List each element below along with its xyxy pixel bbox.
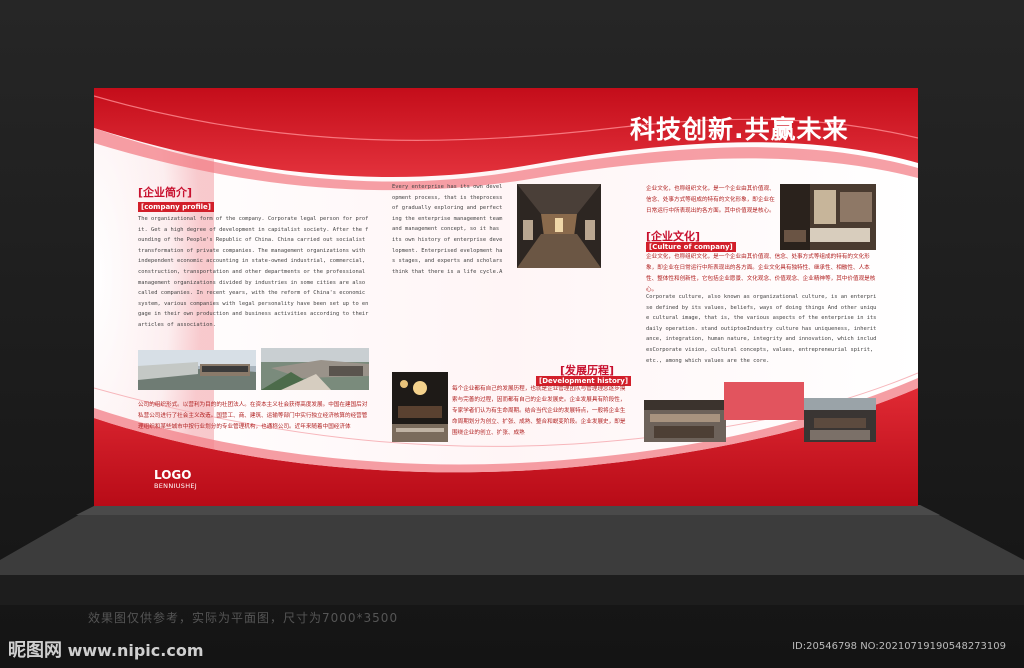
- logo-subtext: BENNIUSHEJ: [154, 482, 198, 490]
- profile-photo-building: [138, 350, 256, 390]
- exhibition-board: 科技创新.共赢未来 [企业简介] [company profile] The o…: [94, 88, 918, 506]
- profile-english-text: The organizational form of the company. …: [138, 216, 369, 328]
- profile-heading: [企业简介]: [138, 186, 193, 199]
- stage-floor: [0, 505, 1024, 605]
- culture-chinese-text: 企业文化，也称组织文化，是一个企业由其价值观、信念、处事方式等组成的特有的文化形…: [646, 254, 876, 293]
- interior-photo-office: [644, 400, 726, 442]
- interior-photo-lobby: [517, 184, 601, 268]
- watermark-chinese: 昵图网: [8, 640, 62, 661]
- culture-english-text: Corporate culture, also known as organiz…: [646, 294, 877, 364]
- logo-text: LOGO: [154, 468, 192, 482]
- watermark-site: 昵图网 www.nipic.com: [8, 636, 204, 662]
- profile-chinese-text: 公司的组织形式。以营利为目的的社团法人。在资本主义社会获得高度发展。中国在建国后…: [138, 402, 368, 430]
- development-english-text: Every enterprise has its own development…: [392, 184, 503, 274]
- interior-photo-meeting-room: [804, 398, 876, 442]
- board-title: 科技创新.共赢未来: [630, 115, 849, 144]
- culture-subheading: [Culture of company]: [646, 242, 736, 252]
- interior-photo-lounge: [780, 184, 876, 250]
- footer-caption: 效果图仅供参考，实际为平面图，尺寸为7000*3500: [88, 611, 399, 625]
- interior-photo-restaurant: [392, 372, 448, 442]
- company-logo: LOGO BENNIUSHEJ: [154, 468, 197, 490]
- history-chinese-text: 每个企业都有自己的发展历程，也就是企业管理团队与管理理念逐步摸索与完善的过程，因…: [452, 386, 626, 436]
- culture-chinese-intro: 企业文化，也称组织文化，是一个企业由其价值观、信念、处事方式等组成的特有的文化形…: [646, 186, 775, 214]
- profile-subheading: [company profile]: [138, 202, 214, 212]
- watermark-url: www.nipic.com: [67, 641, 204, 660]
- accent-red-block: [724, 382, 804, 420]
- watermark-id: ID:20546798 NO:20210719190548273109: [792, 641, 1006, 652]
- profile-photo-landscape: [261, 348, 369, 390]
